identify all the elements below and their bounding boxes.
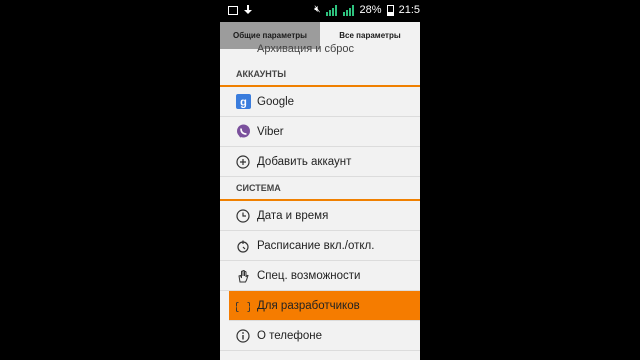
svg-text:g: g — [240, 97, 247, 109]
list-item-about-phone[interactable]: О телефоне — [220, 321, 420, 351]
section-header-system: СИСТЕМА — [220, 177, 420, 201]
list-item-label: Добавить аккаунт — [257, 155, 352, 168]
signal-icon — [325, 4, 338, 16]
battery-percent: 28% — [359, 4, 382, 16]
signal-2-icon — [342, 4, 355, 16]
mute-icon: 🔇︎ — [314, 4, 321, 15]
section-header-accounts: АККАУНТЫ — [220, 63, 420, 87]
list-item-label: О телефоне — [257, 329, 323, 342]
battery-icon — [386, 4, 394, 16]
svg-text:{ }: { } — [236, 300, 250, 313]
list-item-backup-partial[interactable]: Архивация и сброс — [220, 43, 420, 63]
list-item-label: Дата и время — [257, 209, 329, 222]
list-item-accessibility[interactable]: Спец. возможности — [220, 261, 420, 291]
clock-icon — [235, 208, 251, 224]
clock-time: 21:5 — [398, 4, 420, 16]
status-bar: 🔇︎ 28% 21:5 — [220, 0, 420, 22]
add-circle-icon — [235, 154, 251, 170]
list-item-label: Расписание вкл./откл. — [257, 239, 375, 252]
section-title: АККАУНТЫ — [236, 69, 287, 79]
list-item-label: Для разработчиков — [257, 299, 360, 312]
list-item-label: Viber — [257, 125, 284, 138]
download-icon — [244, 5, 252, 15]
list-item-label: Google — [257, 95, 295, 108]
list-item-google[interactable]: g Google — [220, 87, 420, 117]
hand-icon — [235, 268, 251, 284]
settings-list: Архивация и сброс АККАУНТЫ g Google Vibe… — [220, 43, 420, 351]
image-notification-icon — [228, 5, 238, 15]
list-item-power-schedule[interactable]: Расписание вкл./откл. — [220, 231, 420, 261]
list-item-date-time[interactable]: Дата и время — [220, 201, 420, 231]
list-item-label: Архивация и сброс — [257, 43, 355, 55]
list-item-viber[interactable]: Viber — [220, 117, 420, 147]
phone-screen: 🔇︎ 28% 21:5 Общие параметры Все параметр… — [220, 0, 420, 360]
section-title: СИСТЕМА — [236, 183, 281, 193]
info-icon — [235, 328, 251, 344]
braces-icon: { } — [235, 298, 251, 314]
list-item-developer-options[interactable]: { } Для разработчиков — [229, 291, 420, 321]
google-icon: g — [235, 94, 251, 110]
list-item-add-account[interactable]: Добавить аккаунт — [220, 147, 420, 177]
viber-icon — [235, 124, 251, 140]
schedule-power-icon — [235, 238, 251, 254]
list-item-label: Спец. возможности — [257, 269, 361, 282]
